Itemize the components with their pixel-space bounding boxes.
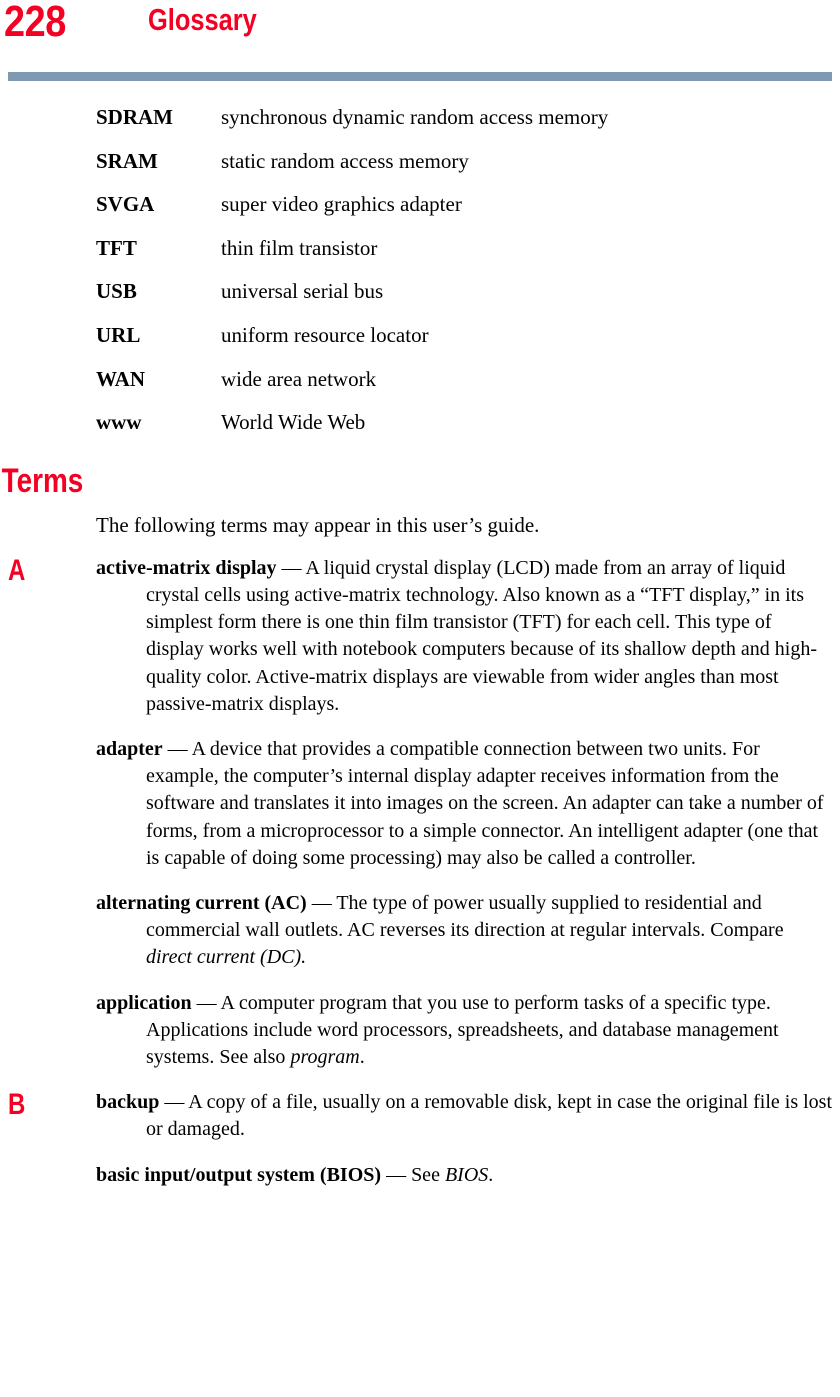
glossary-entries: A active-matrix display — A liquid cryst…	[0, 555, 840, 1189]
glossary-entry: B backup — A copy of a file, usually on …	[0, 1089, 840, 1143]
acronym-term: USB	[96, 279, 137, 304]
glossary-definition: A device that provides a compatible conn…	[146, 737, 824, 869]
acronym-term: SDRAM	[96, 105, 173, 129]
acronym-term: www	[96, 410, 142, 435]
glossary-entry: alternating current (AC) — The type of p…	[0, 890, 840, 972]
acronym-row: URL uniform resource locator	[0, 314, 608, 358]
glossary-cross-reference: program	[290, 1046, 360, 1068]
page-content: SDRAM synchronous dynamic random access …	[0, 96, 840, 1207]
chapter-title: Glossary	[148, 2, 257, 37]
glossary-entry: basic input/output system (BIOS) — See B…	[0, 1162, 840, 1189]
acronym-term: URL	[96, 322, 141, 347]
glossary-term: alternating current (AC)	[96, 891, 307, 914]
glossary-definition: A liquid crystal display (LCD) made from…	[146, 556, 817, 715]
acronym-row: SRAM static random access memory	[0, 140, 608, 184]
acronym-term: TFT	[96, 235, 137, 260]
acronym-definition: universal serial bus	[221, 279, 384, 304]
header-rule-divider	[8, 72, 832, 81]
glossary-term: basic input/output system (BIOS)	[96, 1163, 382, 1186]
acronym-term: SRAM	[96, 148, 158, 173]
terms-intro-text: The following terms may appear in this u…	[96, 512, 540, 537]
page-header: 228 Glossary	[0, 0, 840, 62]
glossary-term: adapter	[96, 737, 163, 760]
acronym-definition: synchronous dynamic random access memory	[221, 105, 609, 129]
acronym-row: USB universal serial bus	[0, 270, 608, 314]
glossary-dash: —	[381, 1163, 412, 1186]
glossary-entry: A active-matrix display — A liquid cryst…	[0, 555, 840, 718]
acronym-term: WAN	[96, 366, 146, 391]
acronym-definition: World Wide Web	[221, 410, 366, 435]
letter-marker-b: B	[8, 1088, 26, 1122]
acronym-definition: thin film transistor	[221, 235, 378, 260]
glossary-dash: —	[191, 991, 221, 1014]
glossary-term: backup	[96, 1091, 160, 1114]
acronym-row: SVGA super video graphics adapter	[0, 183, 608, 227]
acronym-row: TFT thin film transistor	[0, 227, 608, 271]
glossary-dash: —	[162, 737, 192, 760]
acronym-definition: static random access memory	[221, 148, 469, 173]
acronym-definition: wide area network	[221, 366, 377, 391]
glossary-definition: A copy of a file, usually on a removable…	[146, 1091, 833, 1141]
glossary-definition-tail: .	[359, 1046, 365, 1068]
glossary-entry: application — A computer program that yo…	[0, 990, 840, 1072]
acronym-list: SDRAM synchronous dynamic random access …	[0, 96, 608, 445]
acronym-definition: super video graphics adapter	[221, 192, 462, 217]
glossary-dash: —	[159, 1091, 189, 1114]
page-number: 228	[4, 0, 66, 46]
letter-marker-a: A	[8, 553, 26, 587]
glossary-term: application	[96, 991, 192, 1014]
acronym-term: SVGA	[96, 192, 155, 217]
acronym-definition: uniform resource locator	[221, 322, 429, 347]
glossary-definition-tail: .	[488, 1163, 494, 1186]
acronym-row: www World Wide Web	[0, 401, 608, 445]
glossary-dash: —	[306, 891, 337, 914]
glossary-definition: A computer program that you use to perfo…	[146, 991, 779, 1068]
acronym-row: WAN wide area network	[0, 358, 608, 402]
glossary-definition: See	[411, 1163, 445, 1186]
section-heading-terms: Terms	[1, 461, 84, 500]
glossary-dash: —	[276, 556, 306, 579]
acronym-row: SDRAM synchronous dynamic random access …	[0, 96, 608, 140]
glossary-cross-reference: direct current (DC).	[146, 946, 307, 969]
glossary-term: active-matrix display	[96, 556, 277, 579]
glossary-cross-reference: BIOS	[444, 1163, 489, 1186]
glossary-entry: adapter — A device that provides a compa…	[0, 736, 840, 872]
